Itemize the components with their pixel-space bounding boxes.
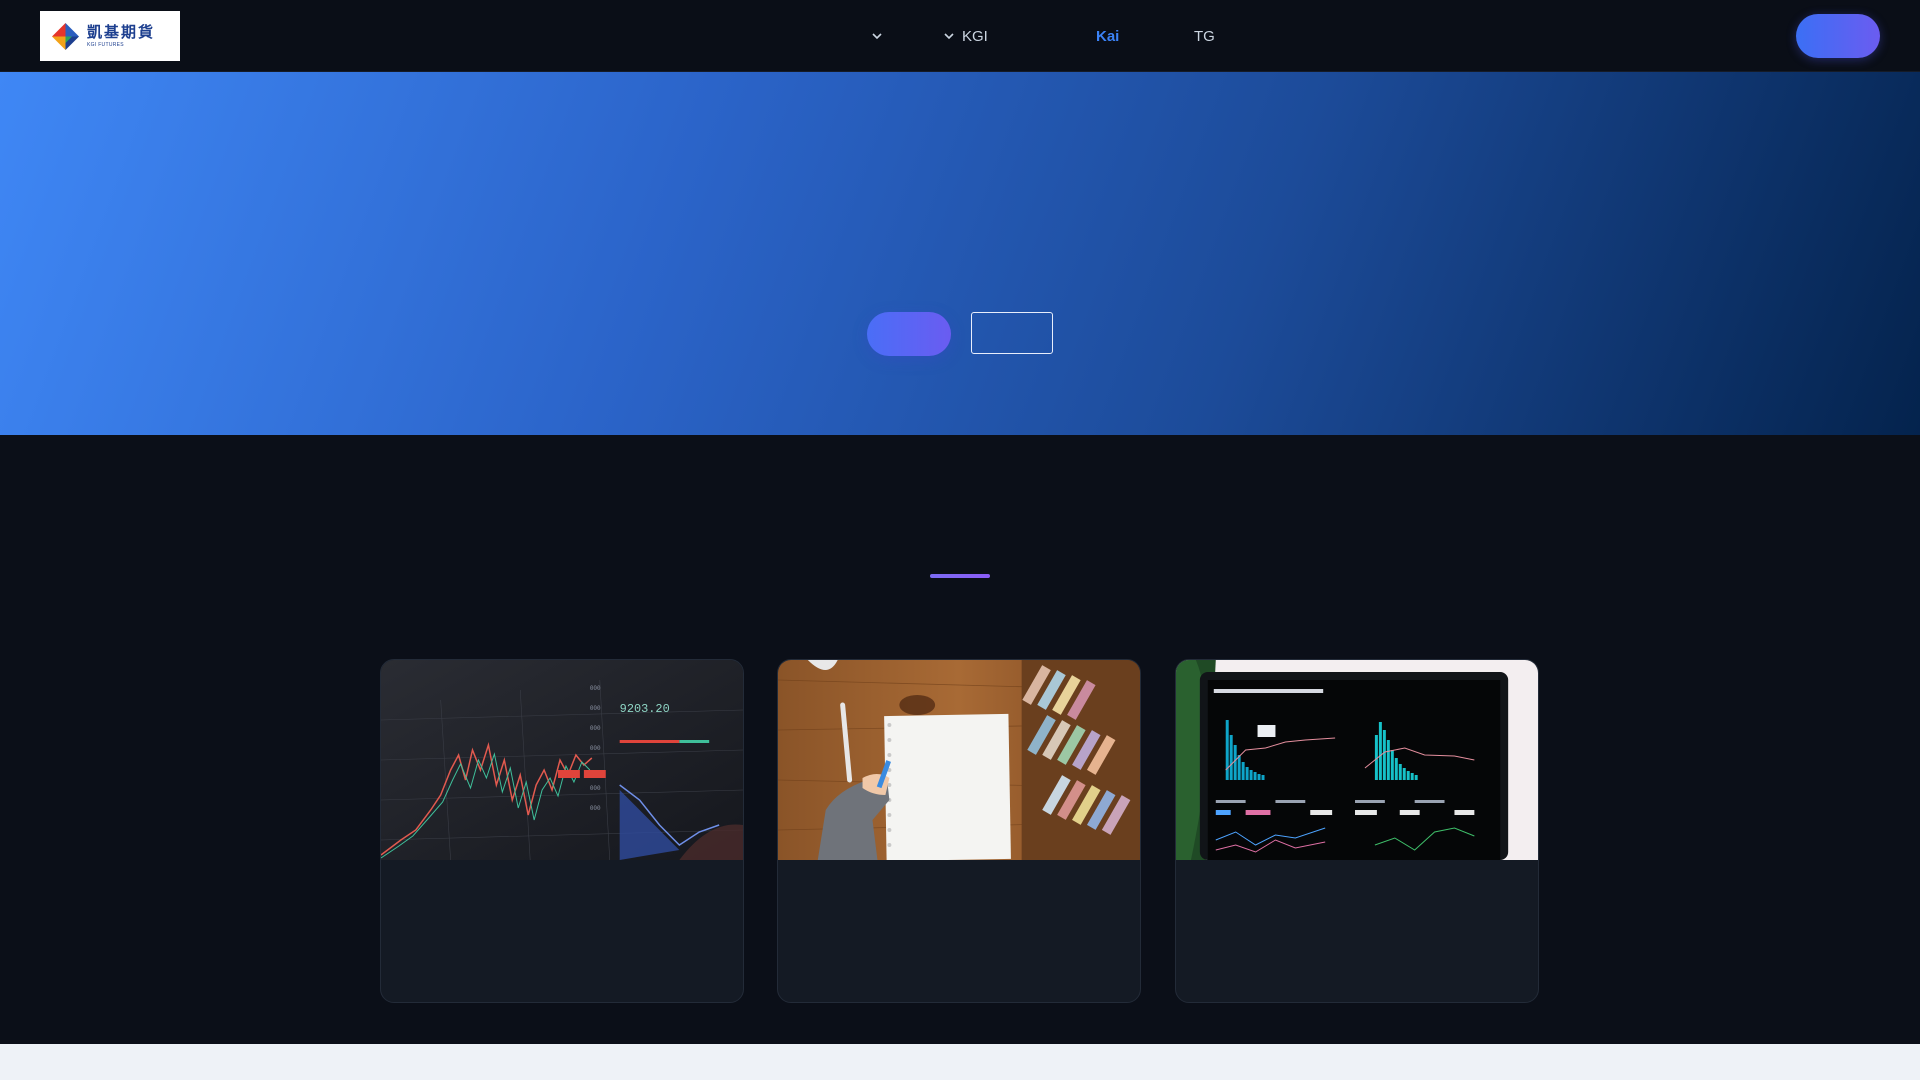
main-nav: KGI Kai TG	[0, 0, 1920, 72]
hero-secondary-button[interactable]	[971, 312, 1053, 354]
nav-item-dropdown-1[interactable]	[870, 25, 884, 47]
site-header: 凱基期貨 KGI FUTURES KGI Kai TG	[0, 0, 1920, 72]
section-title-underline	[930, 574, 990, 578]
nav-item-label: Kai	[1096, 27, 1120, 45]
svg-text:000: 000	[590, 705, 601, 712]
card-body	[381, 860, 743, 1002]
hero-banner	[0, 72, 1920, 435]
nav-item-label: KGI	[962, 27, 988, 45]
svg-text:000: 000	[590, 785, 601, 792]
svg-text:9203.20: 9203.20	[620, 702, 670, 716]
svg-text:000: 000	[590, 805, 601, 812]
svg-text:000: 000	[590, 725, 601, 732]
svg-text:000: 000	[590, 685, 601, 692]
features-section: 000 000 000 000 000 000 9203.20	[0, 435, 1920, 1044]
card-body	[1176, 860, 1538, 1002]
feature-card[interactable]: 000 000 000 000 000 000 9203.20	[380, 659, 744, 1003]
notebook-on-desk-image	[778, 660, 1140, 860]
card-body	[778, 860, 1140, 1002]
chevron-down-icon	[870, 29, 884, 43]
chevron-down-icon	[942, 29, 956, 43]
nav-item-tg[interactable]: TG	[1194, 25, 1215, 47]
nav-item-kai[interactable]: Kai	[1096, 25, 1119, 47]
trading-chart-image: 000 000 000 000 000 000 9203.20	[381, 660, 743, 860]
header-cta-button[interactable]	[1796, 14, 1880, 58]
nav-item-kgi[interactable]: KGI	[942, 25, 988, 47]
feature-card[interactable]	[1175, 659, 1539, 1003]
footer-strip	[0, 1044, 1920, 1080]
svg-text:000: 000	[590, 745, 601, 752]
analytics-dashboard-image	[1176, 660, 1538, 860]
feature-card[interactable]	[777, 659, 1141, 1003]
nav-item-label: TG	[1194, 27, 1215, 45]
hero-primary-button[interactable]	[867, 312, 951, 356]
